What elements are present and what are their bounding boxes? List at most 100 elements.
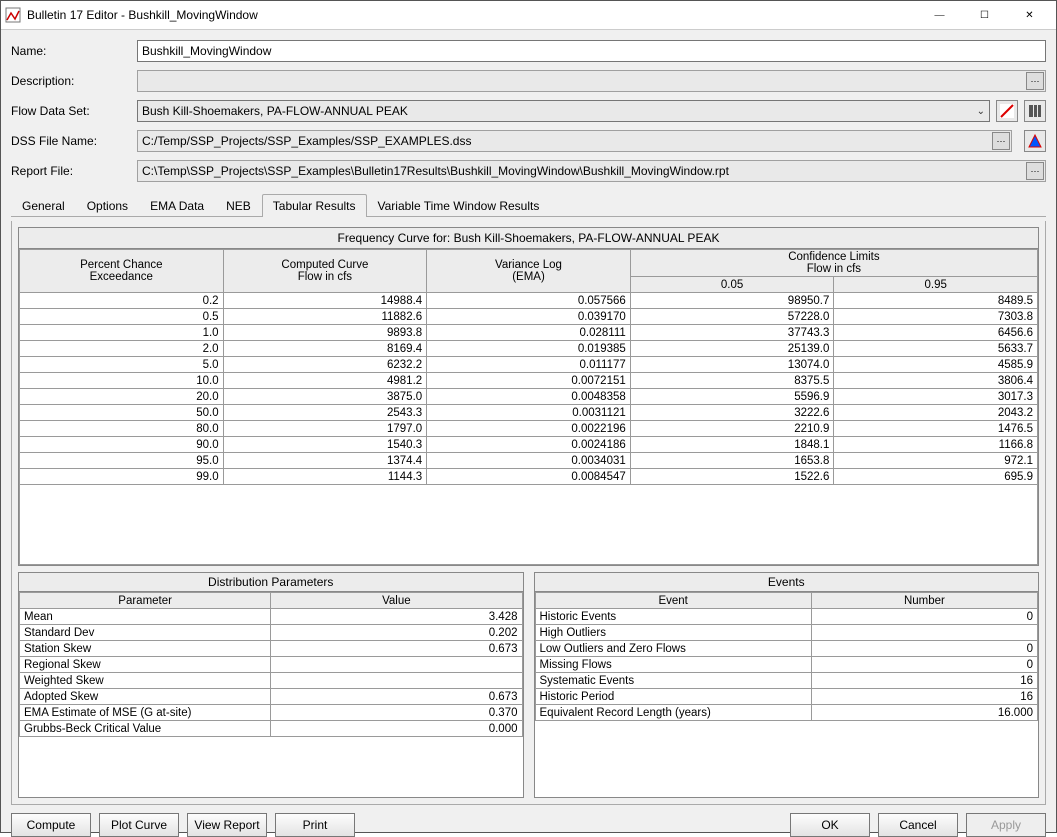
- content-area: Name: Description: ⋯ Flow Data Set: Bush…: [1, 30, 1056, 813]
- edit-data-icon-button[interactable]: [1024, 100, 1046, 122]
- table-cell: 50.0: [20, 405, 224, 421]
- table-row[interactable]: 50.02543.30.00311213222.62043.2: [20, 405, 1038, 421]
- table-cell: 0.2: [20, 293, 224, 309]
- dss-file-label: DSS File Name:: [11, 134, 131, 148]
- table-cell: 0.019385: [427, 341, 631, 357]
- table-row[interactable]: 80.01797.00.00221962210.91476.5: [20, 421, 1038, 437]
- table-row[interactable]: 0.214988.40.05756698950.78489.5: [20, 293, 1038, 309]
- table-row[interactable]: 95.01374.40.00340311653.8972.1: [20, 453, 1038, 469]
- cancel-button[interactable]: Cancel: [878, 813, 958, 837]
- table-cell: 16: [811, 673, 1037, 689]
- distribution-table: Parameter Value Mean3.428Standard Dev0.2…: [19, 592, 523, 737]
- table-row[interactable]: Equivalent Record Length (years)16.000: [535, 705, 1038, 721]
- table-cell: 1653.8: [630, 453, 834, 469]
- table-row[interactable]: High Outliers: [535, 625, 1038, 641]
- table-cell: 0: [811, 657, 1037, 673]
- table-cell: 1.0: [20, 325, 224, 341]
- view-report-button[interactable]: View Report: [187, 813, 267, 837]
- tab-neb[interactable]: NEB: [215, 194, 262, 217]
- tab-general[interactable]: General: [11, 194, 76, 217]
- table-cell: 8169.4: [223, 341, 427, 357]
- table-cell: 0: [811, 641, 1037, 657]
- maximize-button[interactable]: ☐: [962, 1, 1007, 29]
- report-browse-icon[interactable]: ⋯: [1026, 162, 1044, 180]
- table-cell: 0.0072151: [427, 373, 631, 389]
- table-row[interactable]: Station Skew0.673: [20, 641, 523, 657]
- table-cell: Mean: [20, 609, 271, 625]
- table-cell: 1797.0: [223, 421, 427, 437]
- description-label: Description:: [11, 74, 131, 88]
- tab-ema-data[interactable]: EMA Data: [139, 194, 215, 217]
- table-cell: 99.0: [20, 469, 224, 485]
- table-cell: 25139.0: [630, 341, 834, 357]
- table-row[interactable]: Low Outliers and Zero Flows0: [535, 641, 1038, 657]
- table-row[interactable]: Standard Dev0.202: [20, 625, 523, 641]
- table-cell: 0.0024186: [427, 437, 631, 453]
- table-row[interactable]: Systematic Events16: [535, 673, 1038, 689]
- name-label: Name:: [11, 44, 131, 58]
- frequency-curve-box: Frequency Curve for: Bush Kill-Shoemaker…: [18, 227, 1039, 566]
- apply-button[interactable]: Apply: [966, 813, 1046, 837]
- tab-tabular-results[interactable]: Tabular Results: [262, 194, 367, 217]
- table-cell: Historic Period: [535, 689, 811, 705]
- table-cell: 16.000: [811, 705, 1037, 721]
- table-cell: 13074.0: [630, 357, 834, 373]
- table-cell: 6232.2: [223, 357, 427, 373]
- flow-data-set-select[interactable]: Bush Kill-Shoemakers, PA-FLOW-ANNUAL PEA…: [137, 100, 990, 122]
- report-file-input[interactable]: C:\Temp\SSP_Projects\SSP_Examples\Bullet…: [137, 160, 1046, 182]
- table-row[interactable]: Weighted Skew: [20, 673, 523, 689]
- table-cell: 3.428: [271, 609, 522, 625]
- chevron-down-icon: ⌄: [977, 106, 985, 117]
- table-row[interactable]: Adopted Skew0.673: [20, 689, 523, 705]
- table-row[interactable]: Regional Skew: [20, 657, 523, 673]
- tab-options[interactable]: Options: [76, 194, 139, 217]
- table-row[interactable]: 1.09893.80.02811137743.36456.6: [20, 325, 1038, 341]
- table-row[interactable]: Missing Flows0: [535, 657, 1038, 673]
- table-row[interactable]: Mean3.428: [20, 609, 523, 625]
- close-button[interactable]: ✕: [1007, 1, 1052, 29]
- minimize-button[interactable]: —: [917, 1, 962, 29]
- table-cell: High Outliers: [535, 625, 811, 641]
- table-row[interactable]: 0.511882.60.03917057228.07303.8: [20, 309, 1038, 325]
- table-row[interactable]: Historic Events0: [535, 609, 1038, 625]
- table-cell: 2.0: [20, 341, 224, 357]
- table-row[interactable]: Grubbs-Beck Critical Value0.000: [20, 721, 523, 737]
- report-file-label: Report File:: [11, 164, 131, 178]
- description-input[interactable]: [137, 70, 1046, 92]
- table-cell: 1166.8: [834, 437, 1038, 453]
- table-row[interactable]: Historic Period16: [535, 689, 1038, 705]
- table-row[interactable]: 99.01144.30.00845471522.6695.9: [20, 469, 1038, 485]
- table-row[interactable]: 90.01540.30.00241861848.11166.8: [20, 437, 1038, 453]
- dss-file-input[interactable]: C:/Temp/SSP_Projects/SSP_Examples/SSP_EX…: [137, 130, 1012, 152]
- table-row[interactable]: 20.03875.00.00483585596.93017.3: [20, 389, 1038, 405]
- table-row[interactable]: EMA Estimate of MSE (G at-site)0.370: [20, 705, 523, 721]
- table-cell: 0.039170: [427, 309, 631, 325]
- compute-button[interactable]: Compute: [11, 813, 91, 837]
- name-input[interactable]: [137, 40, 1046, 62]
- bottom-panels: Distribution Parameters Parameter Value …: [18, 572, 1039, 798]
- events-table: Event Number Historic Events0High Outlie…: [535, 592, 1039, 721]
- table-cell: EMA Estimate of MSE (G at-site): [20, 705, 271, 721]
- table-cell: 5.0: [20, 357, 224, 373]
- table-cell: 1374.4: [223, 453, 427, 469]
- flow-data-set-value: Bush Kill-Shoemakers, PA-FLOW-ANNUAL PEA…: [142, 104, 408, 118]
- distribution-blank: [19, 737, 523, 797]
- tab-bar: General Options EMA Data NEB Tabular Res…: [11, 194, 1046, 217]
- dss-browse-icon[interactable]: ⋯: [992, 132, 1010, 150]
- dss-plot-icon-button[interactable]: [1024, 130, 1046, 152]
- tab-variable-time-window[interactable]: Variable Time Window Results: [367, 194, 551, 217]
- table-row[interactable]: 2.08169.40.01938525139.05633.7: [20, 341, 1038, 357]
- plot-data-icon-button[interactable]: [996, 100, 1018, 122]
- window-title: Bulletin 17 Editor - Bushkill_MovingWind…: [27, 8, 917, 22]
- description-browse-icon[interactable]: ⋯: [1026, 72, 1044, 90]
- table-cell: 0.057566: [427, 293, 631, 309]
- print-button[interactable]: Print: [275, 813, 355, 837]
- ok-button[interactable]: OK: [790, 813, 870, 837]
- table-cell: 37743.3: [630, 325, 834, 341]
- plot-curve-button[interactable]: Plot Curve: [99, 813, 179, 837]
- frequency-table-blank: [19, 485, 1038, 565]
- table-row[interactable]: 10.04981.20.00721518375.53806.4: [20, 373, 1038, 389]
- events-col-number: Number: [811, 593, 1037, 609]
- table-row[interactable]: 5.06232.20.01117713074.04585.9: [20, 357, 1038, 373]
- tabular-results-panel: Frequency Curve for: Bush Kill-Shoemaker…: [11, 221, 1046, 805]
